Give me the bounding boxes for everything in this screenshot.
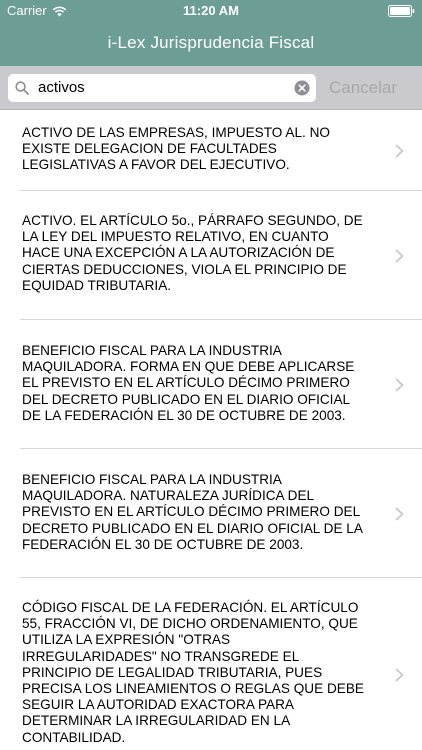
list-item[interactable]: ACTIVO DE LAS EMPRESAS, IMPUESTO AL. NO … <box>0 110 422 191</box>
chevron-right-icon <box>395 668 404 682</box>
chevron-right-icon <box>395 144 404 158</box>
clear-icon[interactable] <box>294 80 310 96</box>
status-bar: Carrier 11:20 AM <box>0 0 422 22</box>
list-item-text: ACTIVO. EL ARTÍCULO 5o., PÁRRAFO SEGUNDO… <box>22 213 363 293</box>
page-title: i-Lex Jurisprudencia Fiscal <box>107 33 315 52</box>
search-bar: activos Cancelar <box>0 66 422 110</box>
list-item-text: BENEFICIO FISCAL PARA LA INDUSTRIA MAQUI… <box>22 343 355 423</box>
cancel-button[interactable]: Cancelar <box>329 78 397 98</box>
list-item[interactable]: CÓDIGO FISCAL DE LA FEDERACIÓN. EL ARTÍC… <box>0 578 422 750</box>
list-item-text: ACTIVO DE LAS EMPRESAS, IMPUESTO AL. NO … <box>22 125 330 173</box>
navigation-header: Carrier 11:20 AM i-Lex Jurisprudencia Fi… <box>0 0 422 66</box>
status-time: 11:20 AM <box>183 3 239 18</box>
list-item[interactable]: BENEFICIO FISCAL PARA LA INDUSTRIA MAQUI… <box>0 449 422 578</box>
list-item-text: CÓDIGO FISCAL DE LA FEDERACIÓN. EL ARTÍC… <box>22 600 364 745</box>
search-icon <box>15 81 29 95</box>
battery-icon <box>388 5 415 17</box>
list-item-text: BENEFICIO FISCAL PARA LA INDUSTRIA MAQUI… <box>22 472 363 552</box>
chevron-right-icon <box>395 249 404 263</box>
list-item[interactable]: ACTIVO. EL ARTÍCULO 5o., PÁRRAFO SEGUNDO… <box>0 191 422 320</box>
search-value[interactable]: activos <box>38 79 85 96</box>
chevron-right-icon <box>395 507 404 521</box>
chevron-right-icon <box>395 378 404 392</box>
list-item[interactable]: BENEFICIO FISCAL PARA LA INDUSTRIA MAQUI… <box>0 320 422 449</box>
search-input[interactable]: activos <box>8 74 316 102</box>
